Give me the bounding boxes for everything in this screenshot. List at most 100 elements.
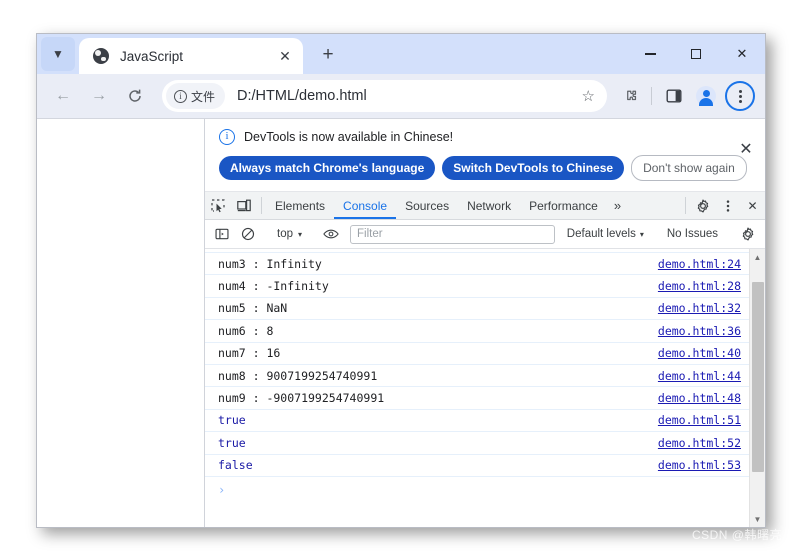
window-controls: ✕ — [627, 34, 765, 74]
scrollbar-down-arrow[interactable]: ▼ — [750, 511, 766, 527]
chrome-menu-button[interactable] — [725, 81, 755, 111]
new-tab-button[interactable]: + — [313, 40, 343, 70]
screenshot-root: ▼ JavaScript ✕ + ✕ ← → i 文件 D:/HTML/demo… — [0, 0, 794, 551]
tab-close-button[interactable]: ✕ — [275, 46, 295, 66]
devtools-kebab-button[interactable] — [715, 199, 740, 213]
profile-button[interactable] — [691, 81, 721, 111]
console-row: false demo.html:53 — [205, 455, 749, 477]
devtools-tab-sources[interactable]: Sources — [396, 192, 458, 219]
log-levels-label: Default levels — [566, 228, 636, 240]
dot-2 — [738, 94, 742, 98]
tabbar-actions: ✕ — [690, 192, 765, 219]
devtools-tab-performance[interactable]: Performance — [520, 192, 607, 219]
back-button[interactable]: ← — [48, 81, 78, 111]
console-log-levels-selector[interactable]: Default levels ▾ — [561, 228, 650, 240]
avatar-icon — [696, 86, 716, 106]
console-message-text: num5 : NaN — [218, 301, 288, 316]
console-source-link[interactable]: demo.html:53 — [658, 458, 741, 472]
devtools-more-tabs-button[interactable]: » — [607, 192, 628, 219]
viewport-split: i DevTools is now available in Chinese! … — [37, 119, 765, 527]
devtools-tab-network[interactable]: Network — [458, 192, 520, 219]
puzzle-icon — [626, 90, 636, 100]
inspect-element-button[interactable] — [205, 192, 231, 219]
browser-window: ▼ JavaScript ✕ + ✕ ← → i 文件 D:/HTML/demo… — [36, 33, 766, 528]
console-row: num4 : -Infinity demo.html:28 — [205, 275, 749, 298]
dot-1 — [738, 89, 742, 93]
extensions-button[interactable] — [616, 81, 646, 111]
console-source-link[interactable]: demo.html:48 — [658, 391, 741, 405]
url-text[interactable]: D:/HTML/demo.html — [237, 88, 574, 104]
file-scheme-chip[interactable]: i 文件 — [166, 83, 226, 109]
console-message-list: num3 : Infinity demo.html:24 num4 : -Infin… — [205, 249, 749, 527]
tabbar-divider-2 — [685, 197, 686, 214]
console-message-text: num8 : 9007199254740991 — [218, 368, 378, 383]
console-message-text: true — [218, 413, 246, 428]
dont-show-again-button[interactable]: Don't show again — [631, 155, 747, 181]
gear-icon — [697, 198, 708, 213]
console-filter-input[interactable] — [350, 224, 555, 244]
tabbar-divider-1 — [261, 197, 262, 214]
tab-search-button[interactable]: ▼ — [41, 37, 75, 71]
devtools-tab-elements[interactable]: Elements — [266, 192, 334, 219]
console-message-text: false — [218, 458, 253, 473]
scrollbar-thumb[interactable] — [752, 282, 764, 472]
console-source-link[interactable]: demo.html:51 — [658, 413, 741, 427]
console-row: num3 : Infinity demo.html:24 — [205, 253, 749, 276]
browser-tab-javascript[interactable]: JavaScript ✕ — [79, 38, 303, 74]
side-panel-button[interactable] — [659, 81, 689, 111]
console-source-link[interactable]: demo.html:44 — [658, 369, 741, 383]
maximize-button[interactable] — [673, 34, 719, 74]
switch-devtools-to-chinese-button[interactable]: Switch DevTools to Chinese — [442, 156, 625, 180]
close-window-button[interactable]: ✕ — [719, 34, 765, 74]
inspect-element-icon — [211, 198, 225, 212]
banner-message: DevTools is now available in Chinese! — [244, 130, 454, 144]
eye-icon — [323, 229, 339, 239]
bookmark-star-icon[interactable]: ☆ — [574, 87, 603, 105]
console-settings-button[interactable] — [735, 223, 761, 245]
clear-console-icon — [241, 227, 255, 241]
tab-title: JavaScript — [120, 48, 184, 64]
forward-button[interactable]: → — [84, 81, 114, 111]
console-toolbar: top ▾ Default levels ▾ — [205, 220, 765, 249]
devtools-language-banner: i DevTools is now available in Chinese! … — [205, 119, 765, 192]
console-issues-button[interactable]: No Issues — [659, 228, 726, 240]
live-expression-button[interactable] — [318, 223, 344, 245]
console-sidebar-button[interactable] — [209, 223, 235, 245]
side-panel-icon — [666, 89, 682, 103]
console-row: num7 : 16 demo.html:40 — [205, 343, 749, 365]
three-dot-menu-icon — [726, 199, 729, 212]
console-message-text: num4 : -Infinity — [218, 279, 329, 294]
chevron-down-icon: ▾ — [639, 229, 644, 239]
devtools-settings-button[interactable] — [690, 198, 715, 213]
console-message-area: num3 : Infinity demo.html:24 num4 : -Infin… — [205, 249, 765, 527]
devtools-tab-console[interactable]: Console — [334, 192, 396, 219]
devtools-close-button[interactable]: ✕ — [740, 199, 765, 213]
console-scrollbar[interactable]: ▲ ▼ — [749, 249, 765, 527]
scrollbar-up-arrow[interactable]: ▲ — [750, 249, 766, 265]
reload-button[interactable] — [120, 81, 150, 111]
tabbar-spacer — [628, 192, 681, 219]
info-icon: i — [174, 89, 187, 103]
console-source-link[interactable]: demo.html:32 — [658, 301, 741, 315]
console-prompt[interactable]: › — [205, 477, 749, 503]
clear-console-button[interactable] — [235, 223, 261, 245]
address-bar[interactable]: i 文件 D:/HTML/demo.html ☆ — [162, 80, 607, 112]
console-source-link[interactable]: demo.html:52 — [658, 436, 741, 450]
browser-toolbar: ← → i 文件 D:/HTML/demo.html ☆ — [37, 74, 765, 119]
console-row: true demo.html:51 — [205, 410, 749, 433]
devtools-tab-bar: Elements Console Sources Network Perform… — [205, 192, 765, 220]
always-match-chrome-language-button[interactable]: Always match Chrome's language — [219, 156, 436, 180]
console-message-text: num9 : -9007199254740991 — [218, 391, 385, 406]
console-source-link[interactable]: demo.html:40 — [658, 346, 741, 360]
banner-button-row: Always match Chrome's language Switch De… — [219, 155, 753, 181]
minimize-button[interactable] — [627, 34, 673, 74]
console-message-text: num6 : 8 — [218, 323, 274, 338]
console-row: num9 : -9007199254740991 demo.html:48 — [205, 387, 749, 410]
console-source-link[interactable]: demo.html:28 — [658, 279, 741, 293]
device-toolbar-button[interactable] — [231, 192, 257, 219]
banner-close-button[interactable]: ✕ — [737, 141, 755, 159]
console-source-link[interactable]: demo.html:36 — [658, 324, 741, 338]
console-source-link[interactable]: demo.html:24 — [658, 257, 741, 271]
execution-context-selector[interactable]: top ▾ — [270, 228, 309, 240]
dot-3 — [738, 99, 742, 103]
